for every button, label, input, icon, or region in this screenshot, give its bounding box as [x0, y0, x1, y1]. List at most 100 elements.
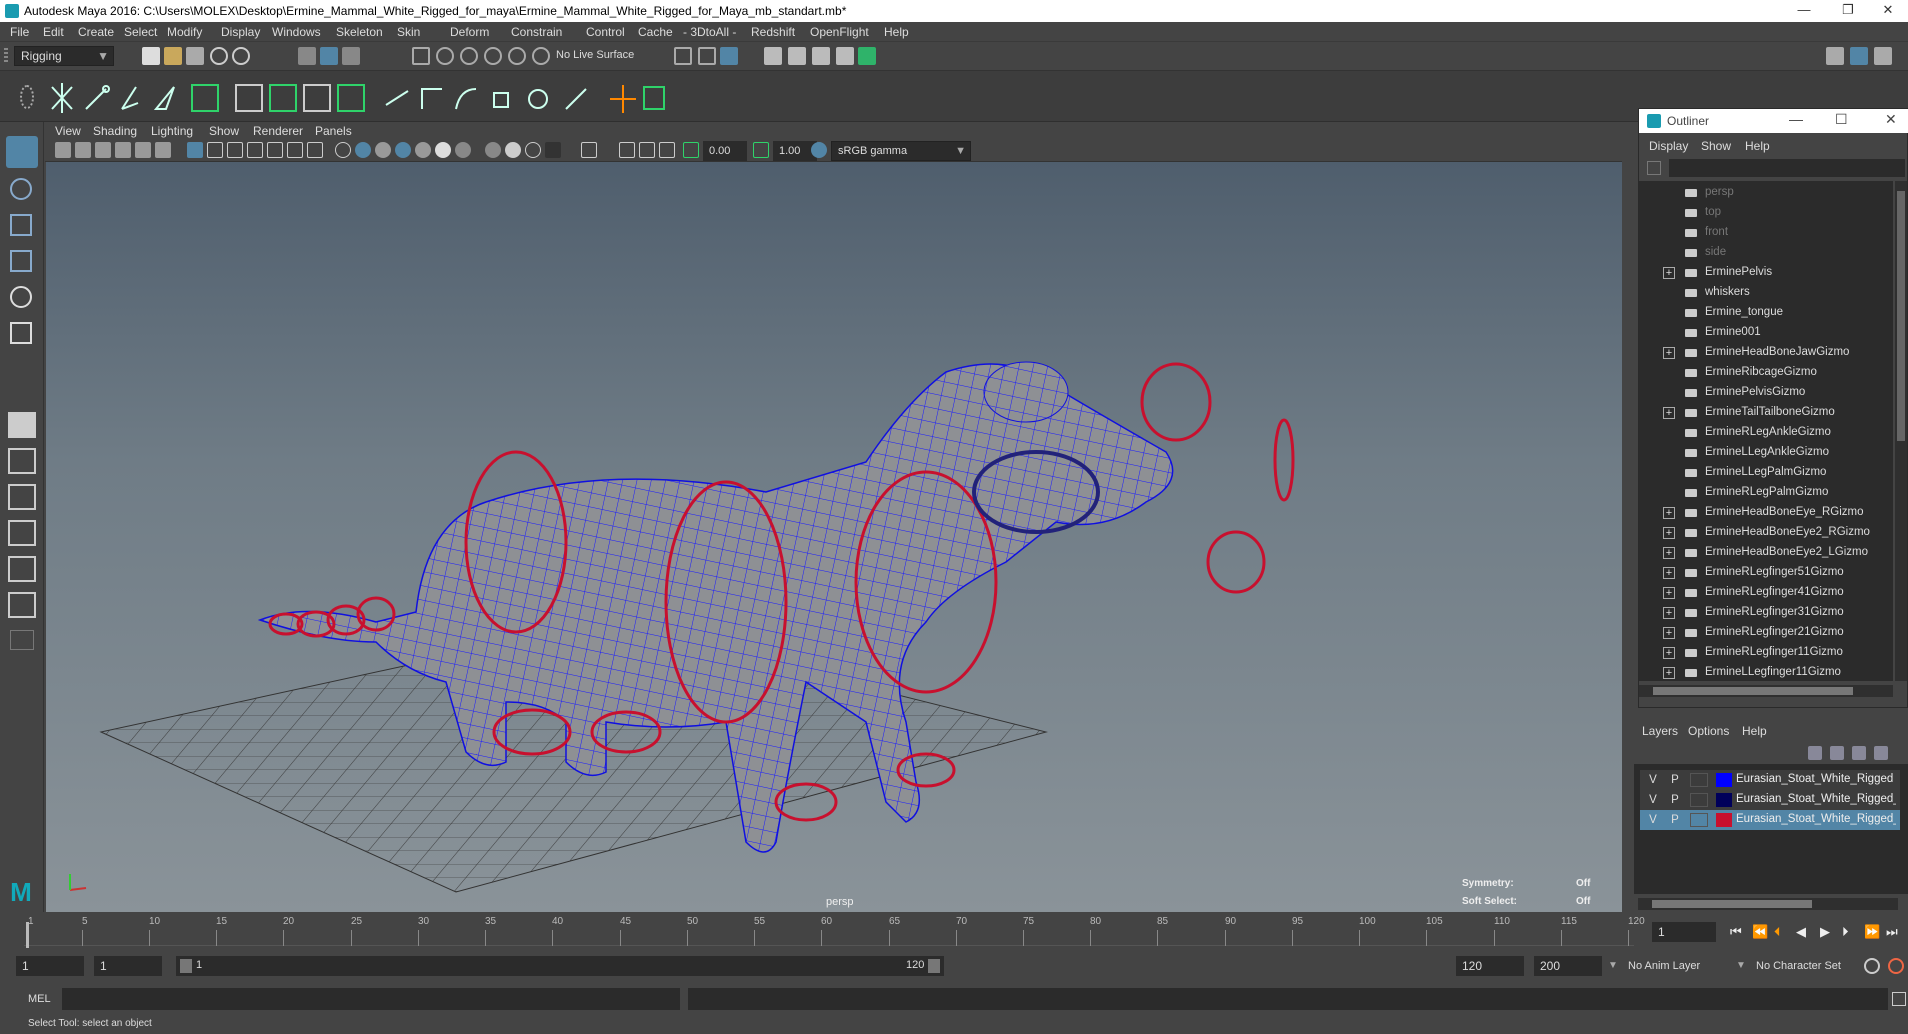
- wireframe-icon[interactable]: [335, 142, 351, 158]
- rotate-tool-icon[interactable]: [10, 286, 32, 308]
- outliner-item[interactable]: ErminePelvisGizmo: [1639, 383, 1893, 403]
- colorspace-dropdown[interactable]: sRGB gamma ▼: [831, 141, 971, 161]
- xray-joints-icon[interactable]: [619, 142, 635, 158]
- outliner-item[interactable]: + ErmineRLegfinger41Gizmo: [1639, 583, 1893, 603]
- outliner-menu-display[interactable]: Display: [1649, 139, 1688, 153]
- snap-vertex-icon[interactable]: [532, 47, 550, 65]
- grid-toggle-icon[interactable]: [187, 142, 203, 158]
- current-frame-field[interactable]: 1: [1652, 922, 1716, 942]
- safe-title-icon[interactable]: [307, 142, 323, 158]
- layer-display-type[interactable]: [1690, 793, 1708, 807]
- redshift-render-icon[interactable]: [858, 47, 876, 65]
- backface-icon[interactable]: [659, 142, 675, 158]
- auto-key-icon[interactable]: [1864, 958, 1880, 974]
- menu-file[interactable]: File: [10, 25, 29, 39]
- command-input[interactable]: [62, 988, 680, 1010]
- snap-point-icon[interactable]: [460, 47, 478, 65]
- persp-outliner-icon[interactable]: [8, 592, 36, 618]
- layer-playback-toggle[interactable]: P: [1666, 772, 1684, 788]
- render-view-icon[interactable]: [812, 47, 830, 65]
- playhead[interactable]: [26, 922, 29, 948]
- layer-list[interactable]: V P Eurasian_Stoat_White_Rigged V P Eurasian_…: [1634, 764, 1908, 894]
- layer-row[interactable]: V P Eurasian_Stoat_White_Rigged_C: [1640, 810, 1900, 830]
- ipr-render-icon[interactable]: [788, 47, 806, 65]
- open-scene-icon[interactable]: [164, 47, 182, 65]
- outliner-item[interactable]: top: [1639, 203, 1893, 223]
- shadows-icon[interactable]: [455, 142, 471, 158]
- gate-mask-icon[interactable]: [247, 142, 263, 158]
- new-layer-icon[interactable]: [1852, 746, 1866, 760]
- scale-tool-icon[interactable]: [10, 322, 32, 344]
- select-tool-icon[interactable]: [6, 136, 38, 168]
- menu-select[interactable]: Select: [124, 25, 157, 39]
- lights-icon[interactable]: [435, 142, 451, 158]
- layer-playback-toggle[interactable]: P: [1666, 792, 1684, 808]
- layer-visibility-toggle[interactable]: V: [1644, 772, 1662, 788]
- channel-box-icon[interactable]: [1874, 47, 1892, 65]
- menu-3dtoall[interactable]: - 3DtoAll -: [683, 25, 736, 39]
- restore-button[interactable]: ❐: [1828, 2, 1868, 18]
- hypershade-icon[interactable]: [836, 47, 854, 65]
- film-gate-icon[interactable]: [207, 142, 223, 158]
- outliner-item[interactable]: ErmineRibcageGizmo: [1639, 363, 1893, 383]
- menu-modify[interactable]: Modify: [167, 25, 202, 39]
- select-component-icon[interactable]: [342, 47, 360, 65]
- outliner-item[interactable]: + ErmineHeadBoneEye_RGizmo: [1639, 503, 1893, 523]
- layer-row[interactable]: V P Eurasian_Stoat_White_Rigged: [1640, 770, 1900, 790]
- anti-alias-icon[interactable]: [525, 142, 541, 158]
- layout-more-icon[interactable]: [10, 630, 34, 650]
- panel-menu-shading[interactable]: Shading: [93, 124, 137, 138]
- expand-icon[interactable]: +: [1663, 607, 1675, 619]
- menu-openflight[interactable]: OpenFlight: [810, 25, 869, 39]
- select-object-icon[interactable]: [320, 47, 338, 65]
- save-scene-icon[interactable]: [186, 47, 204, 65]
- outliner-item[interactable]: + ErmineRLegfinger31Gizmo: [1639, 603, 1893, 623]
- isolate-select-icon[interactable]: [581, 142, 597, 158]
- outliner-item[interactable]: Ermine001: [1639, 323, 1893, 343]
- layer-move-up-icon[interactable]: [1808, 746, 1822, 760]
- panel-menu-lighting[interactable]: Lighting: [151, 124, 193, 138]
- step-forward-icon[interactable]: ⏩: [1864, 924, 1880, 940]
- select-hierarchy-icon[interactable]: [298, 47, 316, 65]
- expand-icon[interactable]: +: [1663, 267, 1675, 279]
- time-slider[interactable]: 1 5 10 15 20 25 30 35 40 45 50 55 60 65 70 75 80 85 90 95 10…: [0, 912, 1908, 950]
- outliner-item[interactable]: + ErmineTailTailboneGizmo: [1639, 403, 1893, 423]
- outliner-item[interactable]: Ermine_tongue: [1639, 303, 1893, 323]
- menu-cache[interactable]: Cache: [638, 25, 673, 39]
- layer-hscroll[interactable]: [1638, 898, 1898, 910]
- ambient-occlusion-icon[interactable]: [485, 142, 501, 158]
- outliner-item[interactable]: ErmineRLegPalmGizmo: [1639, 483, 1893, 503]
- image-plane-icon[interactable]: [115, 142, 131, 158]
- expand-icon[interactable]: +: [1663, 507, 1675, 519]
- outliner-menu-show[interactable]: Show: [1701, 139, 1731, 153]
- outliner-item[interactable]: + ErmineHeadBoneJawGizmo: [1639, 343, 1893, 363]
- outliner-item[interactable]: ErmineRLegAnkleGizmo: [1639, 423, 1893, 443]
- go-to-start-icon[interactable]: ⏮: [1730, 924, 1742, 940]
- camera-attributes-icon[interactable]: [75, 142, 91, 158]
- panel-menu-view[interactable]: View: [55, 124, 81, 138]
- playback-end-field[interactable]: 120: [1456, 956, 1524, 976]
- go-to-end-icon[interactable]: ⏭: [1886, 924, 1898, 940]
- new-layer-selected-icon[interactable]: [1874, 746, 1888, 760]
- lasso-tool-icon[interactable]: [10, 178, 32, 200]
- panel-menu-renderer[interactable]: Renderer: [253, 124, 303, 138]
- grease-pencil-icon[interactable]: [155, 142, 171, 158]
- end-time-field[interactable]: 200: [1534, 956, 1602, 976]
- outliner-view-icon[interactable]: [8, 556, 36, 582]
- menu-redshift[interactable]: Redshift: [751, 25, 795, 39]
- expand-icon[interactable]: +: [1663, 407, 1675, 419]
- single-view-icon[interactable]: [8, 412, 36, 438]
- menu-create[interactable]: Create: [78, 25, 114, 39]
- xray-icon[interactable]: [415, 142, 431, 158]
- shelf-gear-icon[interactable]: [20, 85, 34, 109]
- panel-menu-show[interactable]: Show: [209, 124, 239, 138]
- layer-menu-layers[interactable]: Layers: [1642, 724, 1678, 738]
- outliner-item[interactable]: persp: [1639, 183, 1893, 203]
- outliner-item[interactable]: ErmineLLegPalmGizmo: [1639, 463, 1893, 483]
- xray-active-icon[interactable]: [639, 142, 655, 158]
- graph-view-icon[interactable]: [8, 520, 36, 546]
- menu-constrain[interactable]: Constrain: [511, 25, 562, 39]
- menu-skeleton[interactable]: Skeleton: [336, 25, 383, 39]
- range-handle-start[interactable]: [180, 959, 192, 973]
- outliner-item[interactable]: + ErmineHeadBoneEye2_LGizmo: [1639, 543, 1893, 563]
